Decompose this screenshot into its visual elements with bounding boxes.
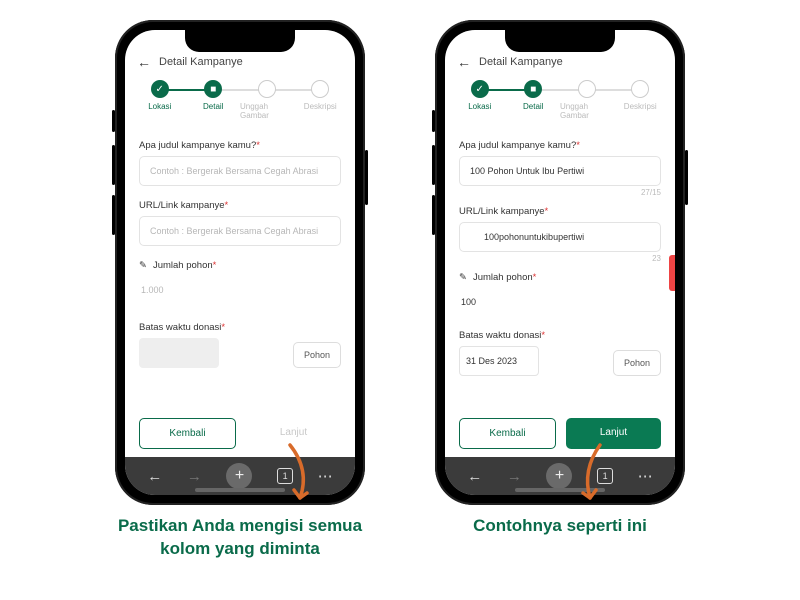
- step-detail-label: Detail: [523, 102, 543, 111]
- browser-forward-icon[interactable]: →: [507, 468, 522, 485]
- url-input[interactable]: 100pohonuntukibupertiwi: [459, 222, 661, 252]
- step-unggah-icon: [578, 80, 596, 98]
- caption-right: Contohnya seperti ini: [435, 515, 685, 538]
- browser-more-icon[interactable]: ⋯: [638, 467, 653, 485]
- trees-field-label: ✎Jumlah pohon*: [139, 260, 341, 271]
- step-detail-icon: ■: [204, 80, 222, 98]
- step-lokasi-label: Lokasi: [468, 102, 491, 111]
- trees-input[interactable]: 1.000: [139, 276, 341, 304]
- deadline-field-label: Batas waktu donasi*: [459, 330, 545, 341]
- title-field-label: Apa judul kampanye kamu?*: [459, 140, 661, 151]
- side-indicator: [669, 255, 675, 291]
- step-unggah-label: Unggah Gambar: [240, 102, 294, 120]
- page-title: Detail Kampanye: [159, 56, 243, 68]
- title-char-counter: 27/15: [459, 188, 661, 198]
- browser-newtab-icon[interactable]: +: [226, 463, 252, 489]
- unit-pohon-button[interactable]: Pohon: [293, 342, 341, 368]
- home-indicator: [515, 488, 605, 492]
- browser-back-icon[interactable]: ←: [467, 468, 482, 485]
- form-body: Apa judul kampanye kamu?* 100 Pohon Untu…: [445, 128, 675, 408]
- step-lokasi-label: Lokasi: [148, 102, 171, 111]
- phone-notch: [505, 30, 615, 52]
- step-unggah-icon: [258, 80, 276, 98]
- browser-more-icon[interactable]: ⋯: [318, 467, 333, 485]
- step-unggah-label: Unggah Gambar: [560, 102, 614, 120]
- progress-stepper: ✓ Lokasi ■ Detail Unggah Gambar Deskripsi: [125, 76, 355, 128]
- browser-forward-icon[interactable]: →: [187, 468, 202, 485]
- step-deskripsi-label: Deskripsi: [304, 102, 337, 111]
- deadline-input[interactable]: 31 Des 2023: [459, 346, 539, 376]
- step-lokasi-icon: ✓: [471, 80, 489, 98]
- form-body: Apa judul kampanye kamu?* Contoh : Berge…: [125, 128, 355, 408]
- unit-pohon-button[interactable]: Pohon: [613, 350, 661, 376]
- kembali-button[interactable]: Kembali: [459, 418, 556, 449]
- action-button-row: Kembali Lanjut: [445, 408, 675, 457]
- progress-stepper: ✓ Lokasi ■ Detail Unggah Gambar Deskripsi: [445, 76, 675, 128]
- title-field-label: Apa judul kampanye kamu?*: [139, 140, 341, 151]
- action-button-row: Kembali Lanjut: [125, 408, 355, 457]
- phone-mockup-empty: ← Detail Kampanye ✓ Lokasi ■ Detail Unggah…: [115, 20, 365, 505]
- browser-back-icon[interactable]: ←: [147, 468, 162, 485]
- title-input[interactable]: 100 Pohon Untuk Ibu Pertiwi: [459, 156, 661, 186]
- back-arrow-icon[interactable]: ←: [137, 54, 151, 70]
- kembali-button[interactable]: Kembali: [139, 418, 236, 449]
- url-field-label: URL/Link kampanye*: [459, 206, 661, 217]
- step-deskripsi-icon: [631, 80, 649, 98]
- url-field-label: URL/Link kampanye*: [139, 200, 341, 211]
- browser-newtab-icon[interactable]: +: [546, 463, 572, 489]
- step-deskripsi-label: Deskripsi: [624, 102, 657, 111]
- caption-left: Pastikan Anda mengisi semua kolom yang d…: [115, 515, 365, 561]
- trees-input[interactable]: 100: [459, 288, 661, 316]
- lanjut-button[interactable]: Lanjut: [566, 418, 661, 449]
- deadline-input[interactable]: [139, 338, 219, 368]
- browser-tabs-icon[interactable]: 1: [277, 468, 293, 484]
- page-title: Detail Kampanye: [479, 56, 563, 68]
- url-char-counter: 23: [459, 254, 661, 264]
- lanjut-button-disabled: Lanjut: [246, 418, 341, 449]
- phone-notch: [185, 30, 295, 52]
- url-input[interactable]: Contoh : Bergerak Bersama Cegah Abrasi: [139, 216, 341, 246]
- home-indicator: [195, 488, 285, 492]
- back-arrow-icon[interactable]: ←: [457, 54, 471, 70]
- step-detail-label: Detail: [203, 102, 223, 111]
- step-deskripsi-icon: [311, 80, 329, 98]
- step-lokasi-icon: ✓: [151, 80, 169, 98]
- browser-tabs-icon[interactable]: 1: [597, 468, 613, 484]
- trees-field-label: ✎Jumlah pohon*: [459, 272, 661, 283]
- deadline-field-label: Batas waktu donasi*: [139, 322, 225, 333]
- title-input[interactable]: Contoh : Bergerak Bersama Cegah Abrasi: [139, 156, 341, 186]
- phone-mockup-filled: ← Detail Kampanye ✓ Lokasi ■ Detail Unggah…: [435, 20, 685, 505]
- step-detail-icon: ■: [524, 80, 542, 98]
